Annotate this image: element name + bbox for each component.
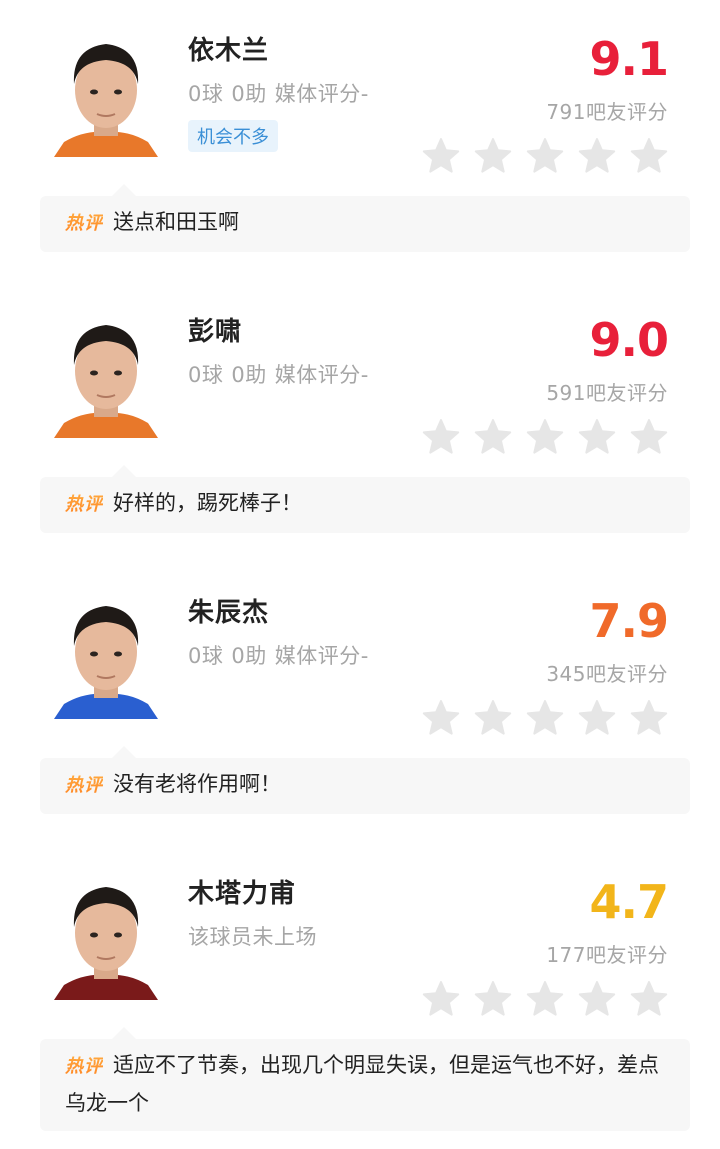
- star-icon[interactable]: [526, 137, 564, 175]
- fan-vote-count: 345吧友评分: [546, 662, 668, 686]
- hot-comment[interactable]: 热评 没有老将作用啊！: [40, 746, 690, 814]
- star-icon[interactable]: [474, 980, 512, 1018]
- fan-score: 4.7: [589, 875, 669, 929]
- rating-stars[interactable]: [422, 699, 668, 737]
- fan-vote-count: 591吧友评分: [546, 381, 668, 405]
- fan-score: 9.0: [589, 313, 669, 367]
- hot-comment[interactable]: 热评 送点和田玉啊: [40, 184, 690, 252]
- rating-stars[interactable]: [422, 137, 668, 175]
- star-icon[interactable]: [422, 699, 460, 737]
- rating-stars[interactable]: [422, 980, 668, 1018]
- assists-count: 0助: [231, 363, 267, 387]
- goals-count: 0球: [188, 644, 224, 668]
- media-rating: 媒体评分-: [274, 82, 369, 106]
- comment-notch: [112, 184, 136, 196]
- star-icon[interactable]: [474, 137, 512, 175]
- player-name: 彭啸: [188, 317, 243, 347]
- hot-comment-text: 好样的，踢死棒子！: [113, 491, 302, 515]
- comment-notch: [112, 746, 136, 758]
- player-card-3[interactable]: 朱辰杰 0球 0助 媒体评分- 7.9 345吧友评分 热评 没有老将作用啊！: [0, 562, 720, 843]
- star-icon[interactable]: [526, 418, 564, 456]
- star-icon[interactable]: [578, 418, 616, 456]
- player-name: 木塔力甫: [188, 879, 297, 909]
- hot-comment-badge: 热评: [65, 768, 103, 804]
- player-status: 该球员未上场: [188, 925, 317, 949]
- player-stats: 该球员未上场: [188, 921, 317, 951]
- hot-comment-badge: 热评: [65, 206, 103, 242]
- player-tag: 机会不多: [188, 120, 278, 152]
- fan-score: 9.1: [589, 32, 669, 86]
- star-icon[interactable]: [630, 418, 668, 456]
- star-icon[interactable]: [422, 418, 460, 456]
- media-rating: 媒体评分-: [274, 363, 369, 387]
- assists-count: 0助: [231, 82, 267, 106]
- hot-comment[interactable]: 热评 适应不了节奏，出现几个明显失误，但是运气也不好，差点乌龙一个: [40, 1027, 690, 1131]
- media-rating: 媒体评分-: [274, 644, 369, 668]
- goals-count: 0球: [188, 363, 224, 387]
- star-icon[interactable]: [422, 980, 460, 1018]
- player-card-4[interactable]: 木塔力甫 该球员未上场 4.7 177吧友评分 热评 适应不了节奏，出现几个明显失…: [0, 843, 720, 1131]
- fan-vote-count: 791吧友评分: [546, 100, 668, 124]
- hot-comment-badge: 热评: [65, 487, 103, 523]
- comment-notch: [112, 1027, 136, 1039]
- star-icon[interactable]: [630, 980, 668, 1018]
- star-icon[interactable]: [474, 418, 512, 456]
- assists-count: 0助: [231, 644, 267, 668]
- player-card-2[interactable]: 彭啸 0球 0助 媒体评分- 9.0 591吧友评分 热评 好样的，踢死棒子！: [0, 281, 720, 562]
- player-name: 依木兰: [188, 36, 270, 66]
- goals-count: 0球: [188, 82, 224, 106]
- hot-comment[interactable]: 热评 好样的，踢死棒子！: [40, 465, 690, 533]
- star-icon[interactable]: [578, 699, 616, 737]
- player-stats: 0球 0助 媒体评分-: [188, 359, 369, 389]
- star-icon[interactable]: [526, 699, 564, 737]
- hot-comment-badge: 热评: [65, 1049, 103, 1085]
- player-avatar[interactable]: [50, 869, 162, 1000]
- player-avatar[interactable]: [50, 588, 162, 719]
- star-icon[interactable]: [526, 980, 564, 1018]
- star-icon[interactable]: [578, 137, 616, 175]
- hot-comment-text: 适应不了节奏，出现几个明显失误，但是运气也不好，差点乌龙一个: [65, 1053, 659, 1115]
- rating-stars[interactable]: [422, 418, 668, 456]
- star-icon[interactable]: [630, 699, 668, 737]
- player-avatar[interactable]: [50, 307, 162, 438]
- player-stats: 0球 0助 媒体评分-: [188, 640, 369, 670]
- star-icon[interactable]: [422, 137, 460, 175]
- player-avatar[interactable]: [50, 26, 162, 157]
- player-stats: 0球 0助 媒体评分-: [188, 78, 369, 108]
- hot-comment-text: 没有老将作用啊！: [113, 772, 281, 796]
- hot-comment-text: 送点和田玉啊: [113, 210, 239, 234]
- player-name: 朱辰杰: [188, 598, 270, 628]
- star-icon[interactable]: [630, 137, 668, 175]
- star-icon[interactable]: [474, 699, 512, 737]
- fan-vote-count: 177吧友评分: [546, 943, 668, 967]
- player-card-1[interactable]: 依木兰 0球 0助 媒体评分- 9.1 791吧友评分 热评 送点和田玉啊 机会不多: [0, 0, 720, 281]
- star-icon[interactable]: [578, 980, 616, 1018]
- fan-score: 7.9: [589, 594, 669, 648]
- comment-notch: [112, 465, 136, 477]
